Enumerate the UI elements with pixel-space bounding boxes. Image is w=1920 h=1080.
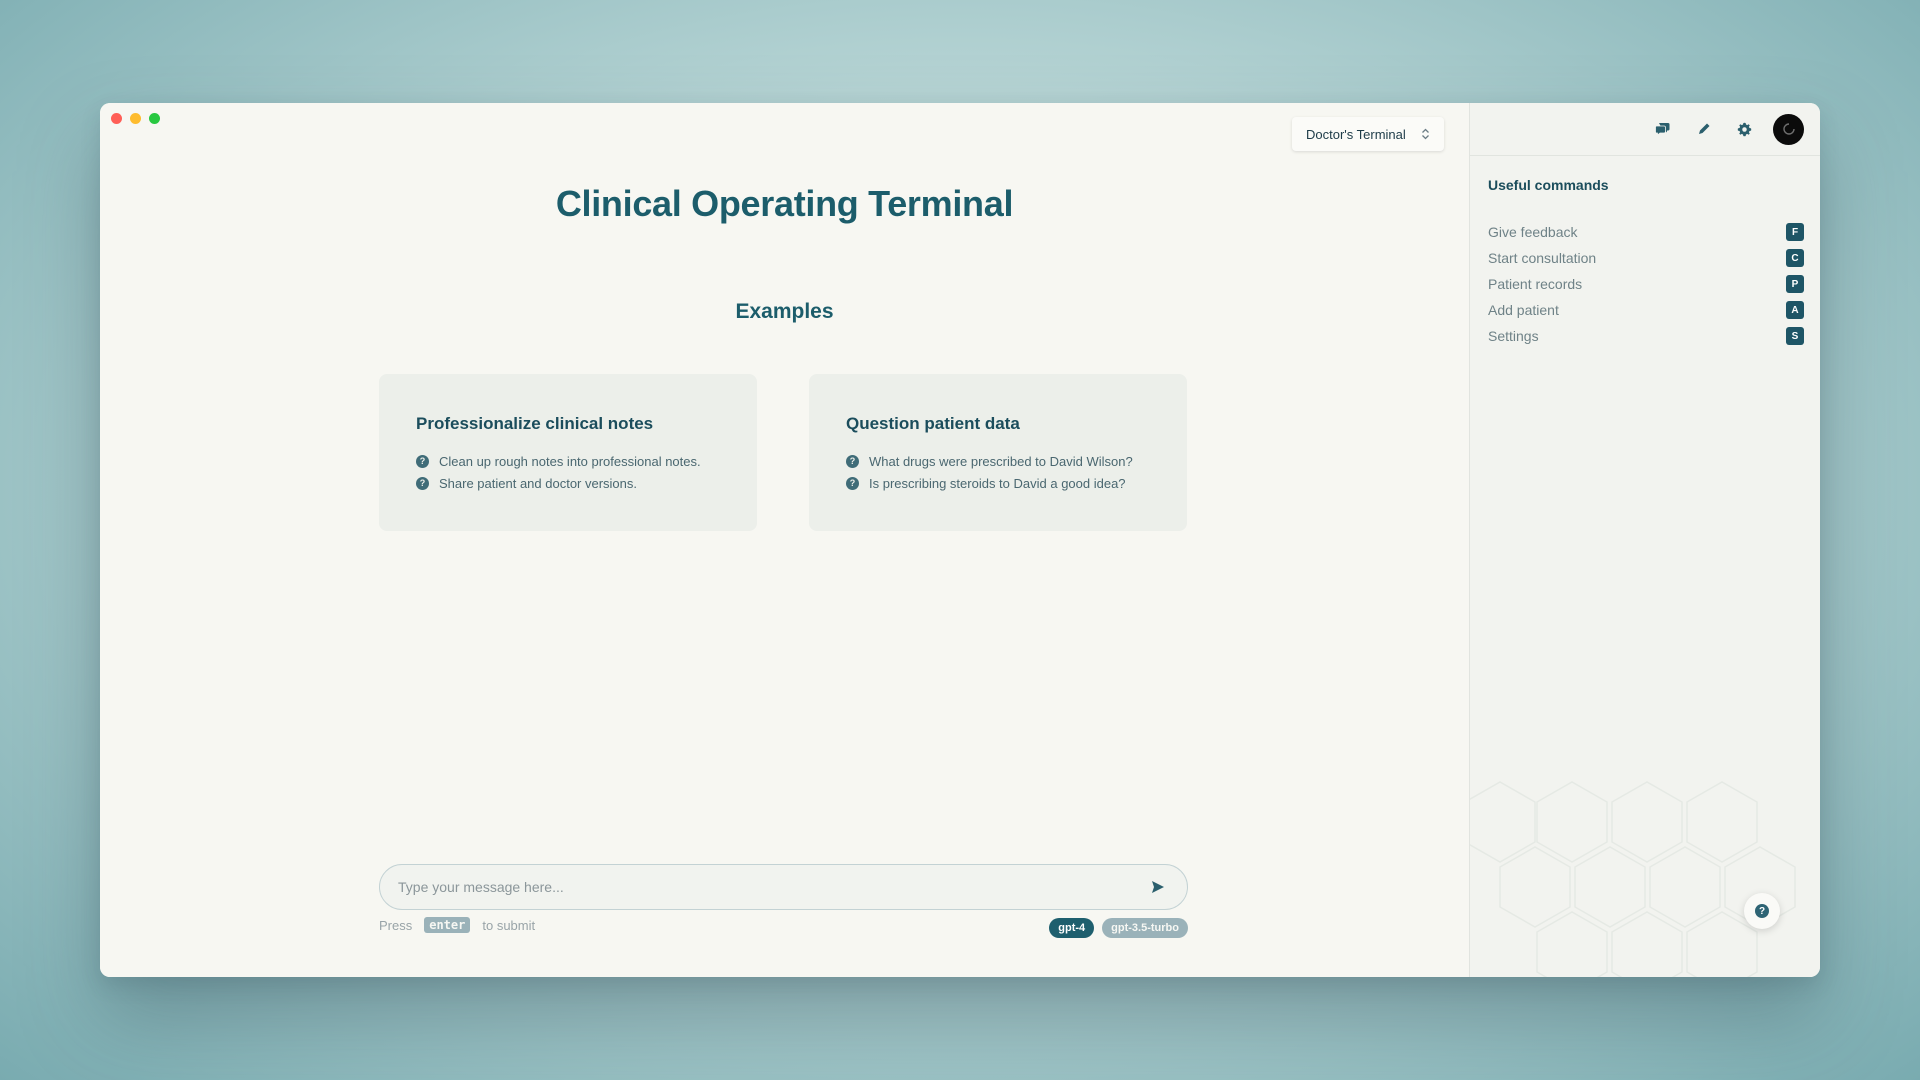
command-shortcut: P — [1786, 275, 1804, 293]
loading-icon — [1782, 123, 1795, 135]
command-shortcut: C — [1786, 249, 1804, 267]
example-item[interactable]: ? Clean up rough notes into professional… — [416, 450, 720, 472]
command-label: Give feedback — [1488, 224, 1578, 240]
terminal-selector[interactable]: Doctor's Terminal — [1292, 117, 1444, 151]
sidebar-toolbar — [1470, 103, 1820, 156]
examples-heading: Examples — [735, 300, 834, 323]
page-title: Clinical Operating Terminal — [555, 183, 1014, 224]
question-icon: ? — [416, 476, 429, 490]
model-selector: gpt-4 gpt-3.5-turbo — [1049, 918, 1188, 938]
example-item[interactable]: ? Share patient and doctor versions. — [416, 472, 720, 494]
model-gpt-4[interactable]: gpt-4 — [1049, 918, 1095, 938]
command-shortcut: F — [1786, 223, 1804, 241]
command-label: Start consultation — [1488, 250, 1597, 266]
avatar[interactable] — [1773, 113, 1804, 145]
command-label: Settings — [1488, 328, 1539, 344]
example-card-title: Professionalize clinical notes — [416, 414, 654, 433]
command-patient-records[interactable]: Patient records P — [1488, 271, 1804, 297]
command-add-patient[interactable]: Add patient A — [1488, 297, 1804, 323]
example-item[interactable]: ? What drugs were prescribed to David Wi… — [846, 450, 1150, 472]
zoom-window-button[interactable] — [149, 113, 160, 124]
gear-icon[interactable] — [1724, 113, 1765, 145]
example-item-text: What drugs were prescribed to David Wils… — [869, 453, 1133, 469]
pencil-icon[interactable] — [1683, 113, 1724, 145]
enter-key-badge: enter — [424, 917, 471, 933]
question-icon: ? — [846, 476, 859, 490]
command-give-feedback[interactable]: Give feedback F — [1488, 219, 1804, 245]
example-card-title: Question patient data — [846, 414, 1020, 433]
window-controls — [111, 113, 160, 124]
example-item-text: Clean up rough notes into professional n… — [439, 453, 701, 469]
example-item-text: Share patient and doctor versions. — [439, 475, 638, 491]
send-button[interactable] — [1147, 876, 1169, 898]
command-settings[interactable]: Settings S — [1488, 323, 1804, 349]
hint-suffix: to submit — [482, 917, 536, 933]
send-icon — [1152, 881, 1164, 893]
chevron-up-down-icon — [1421, 128, 1430, 140]
hexagon-pattern — [1470, 781, 1796, 977]
command-start-consultation[interactable]: Start consultation C — [1488, 245, 1804, 271]
help-button[interactable]: ? — [1744, 893, 1780, 929]
chat-icon[interactable] — [1642, 113, 1683, 145]
hint-prefix: Press — [379, 917, 413, 933]
command-label: Patient records — [1488, 276, 1583, 292]
main-panel: Doctor's Terminal Clinical Operating Ter… — [100, 103, 1469, 977]
close-window-button[interactable] — [111, 113, 122, 124]
model-gpt-3-5-turbo[interactable]: gpt-3.5-turbo — [1102, 918, 1188, 938]
example-item[interactable]: ? Is prescribing steroids to David a goo… — [846, 472, 1150, 494]
example-item-text: Is prescribing steroids to David a good … — [869, 475, 1126, 491]
command-shortcut: A — [1786, 301, 1804, 319]
command-label: Add patient — [1488, 302, 1559, 318]
terminal-selector-label: Doctor's Terminal — [1306, 126, 1406, 142]
minimize-window-button[interactable] — [130, 113, 141, 124]
question-icon: ? — [846, 454, 859, 468]
example-card-patient-data: Question patient data ? What drugs were … — [809, 374, 1187, 531]
message-composer — [379, 864, 1188, 910]
example-card-notes: Professionalize clinical notes ? Clean u… — [379, 374, 757, 531]
message-input[interactable] — [398, 879, 1147, 895]
app-window: Doctor's Terminal Clinical Operating Ter… — [100, 103, 1820, 977]
sidebar: Useful commands Give feedback F Start con… — [1469, 103, 1820, 977]
command-shortcut: S — [1786, 327, 1804, 345]
command-list: Give feedback F Start consultation C Patie… — [1488, 219, 1804, 349]
question-icon: ? — [1755, 904, 1769, 918]
question-icon: ? — [416, 454, 429, 468]
useful-commands-heading: Useful commands — [1488, 177, 1609, 193]
submit-hint: Press enter to submit — [379, 917, 535, 933]
